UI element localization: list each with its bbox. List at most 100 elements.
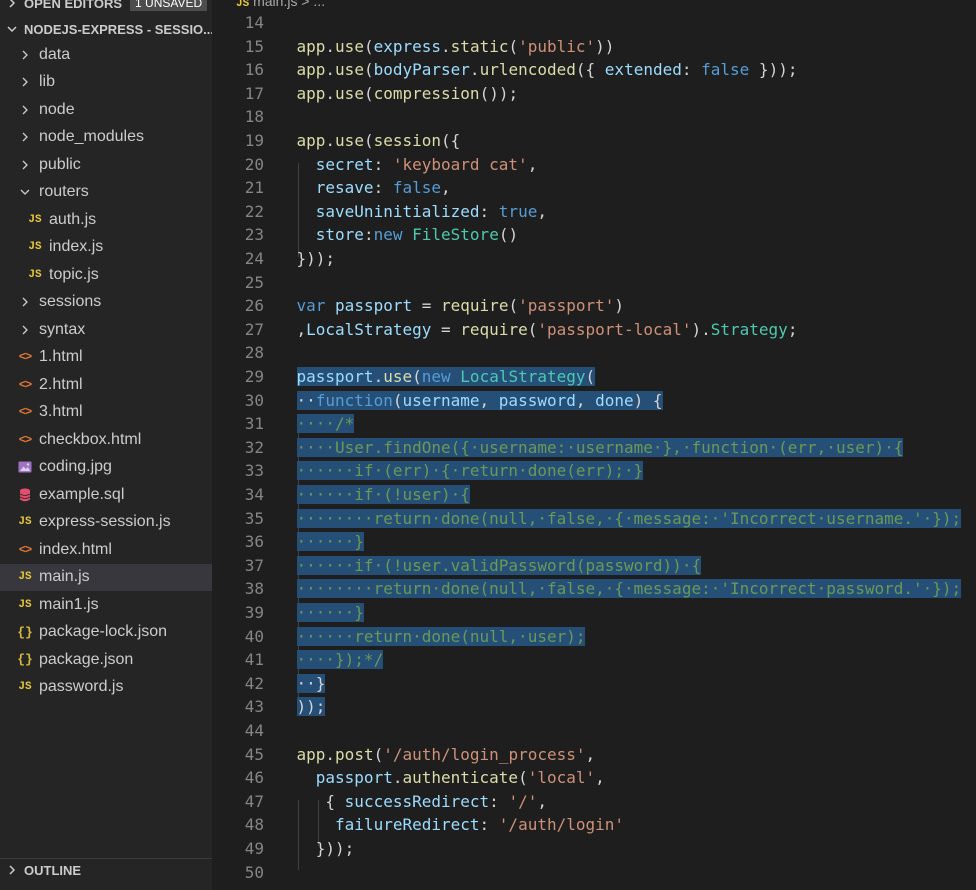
tree-item-index-html[interactable]: <> index.html [0, 536, 212, 564]
code-line: 37 ······if·(!user.validPassword(password… [212, 554, 976, 578]
code-token: FileStore [412, 225, 499, 245]
chevron-right-icon [18, 294, 32, 310]
code-token: = [412, 296, 442, 316]
line-number: 32 [244, 437, 264, 457]
line-number: 23 [244, 225, 264, 245]
code-text: ······if·(!user)·{ [296, 483, 470, 507]
tree-item-label: auth.js [49, 210, 97, 228]
js-file-icon: JS [28, 241, 42, 254]
chevron-right-icon [18, 47, 32, 63]
js-file-icon: JS [18, 571, 32, 584]
tree-item-label: package.json [39, 650, 134, 668]
code-line: 29 passport.use(new LocalStrategy( [212, 365, 976, 389]
tree-item-topic-js[interactable]: JS topic.js [0, 261, 212, 289]
code-line: 49 })); [212, 837, 976, 861]
code-text: app.use(express.static('public')) [297, 35, 615, 59]
code-line: 41 ····});*/ [212, 648, 976, 672]
line-number: 31 [244, 414, 264, 434]
line-number: 42 [244, 673, 264, 693]
tree-item-main-js[interactable]: JS main.js [0, 563, 212, 591]
code-line: 46 passport.authenticate('local', [212, 766, 976, 790]
tree-item-syntax[interactable]: syntax [0, 316, 212, 344]
code-text: ····});*/ [296, 648, 384, 672]
tree-item-1-html[interactable]: <> 1.html [0, 344, 212, 372]
tree-item-express-session-js[interactable]: JS express-session.js [0, 509, 212, 537]
tree-item-2-html[interactable]: <> 2.html [0, 371, 212, 399]
code-token: ( [363, 36, 374, 56]
code-token: , [537, 201, 547, 221]
tree-item-checkbox-html[interactable]: <> checkbox.html [0, 426, 212, 454]
chevron-right-icon [18, 74, 32, 90]
code-text: })); [297, 247, 336, 271]
code-token: . [325, 83, 336, 103]
folder-header[interactable]: NODEJS-EXPRESS - SESSIO... [0, 18, 212, 40]
code-text: ······return·done(null,·user); [296, 625, 586, 649]
tree-item-3-html[interactable]: <> 3.html [0, 399, 212, 427]
tree-item-public[interactable]: public [0, 151, 212, 179]
line-number: 17 [244, 83, 264, 103]
tree-item-sessions[interactable]: sessions [0, 289, 212, 317]
tree-item-example-sql[interactable]: example.sql [0, 481, 212, 509]
js-file-icon: JS [236, 0, 250, 10]
code-token: , [479, 390, 499, 410]
line-number: 47 [244, 791, 264, 811]
code-token: ; [787, 319, 798, 339]
tree-item-routers[interactable]: routers [0, 179, 212, 207]
outline-header[interactable]: OUTLINE [0, 858, 212, 881]
code-token: use [383, 367, 413, 386]
tree-item-label: routers [39, 183, 89, 201]
tree-item-main1-js[interactable]: JS main1.js [0, 591, 212, 619]
code-token: app [296, 60, 326, 80]
code-text: { successRedirect: '/', [297, 790, 547, 814]
code-token: ····/* [296, 414, 355, 434]
code-token: saveUninitialized [315, 201, 480, 221]
code-token: username [402, 390, 480, 410]
code-token: passport [315, 768, 393, 788]
tree-item-index-js[interactable]: JS index.js [0, 234, 212, 262]
tree-item-node[interactable]: node [0, 96, 212, 124]
open-editors-header[interactable]: OPEN EDITORS 1 UNSAVED [0, 0, 212, 14]
code-token: , [575, 390, 596, 410]
code-line: 26 var passport = require('passport') [212, 294, 976, 318]
code-token: ) [614, 296, 625, 316]
code-token: ·· [296, 390, 316, 410]
code-token: : [373, 154, 393, 174]
tree-item-lib[interactable]: lib [0, 69, 212, 97]
code-token: authenticate [402, 768, 519, 788]
explorer-sidebar: OPEN EDITORS 1 UNSAVED NODEJS-EXPRESS - … [0, 0, 212, 890]
code-line: 50 [212, 861, 976, 885]
code-token: , [537, 791, 547, 811]
chevron-right-icon [9, 865, 16, 875]
code-line: 48 failureRedirect: '/auth/login' [212, 813, 976, 837]
line-number: 26 [244, 296, 264, 316]
code-token: use [335, 131, 364, 150]
code-token: ( [363, 83, 374, 103]
code-text: ····User.findOne({·username:·username·},… [296, 436, 904, 460]
code-editor[interactable]: 14 15 app.use(express.static('public')) 16 a… [212, 14, 976, 890]
code-token: : [479, 201, 499, 221]
tree-item-coding-jpg[interactable]: coding.jpg [0, 454, 212, 482]
tree-item-package-json[interactable]: {} package.json [0, 646, 212, 674]
tree-item-auth-js[interactable]: JS auth.js [0, 206, 212, 234]
code-text: failureRedirect: '/auth/login' [297, 813, 624, 837]
code-text: app.use(bodyParser.urlencoded({ extended… [297, 58, 798, 82]
line-number: 40 [244, 626, 264, 646]
tree-item-label: main.js [39, 568, 90, 586]
line-number: 15 [244, 36, 264, 56]
code-token: ). [691, 319, 711, 339]
tree-item-data[interactable]: data [0, 41, 212, 69]
code-line: 38 ········return·done(null,·false,·{·mes… [212, 577, 976, 601]
code-token: static [450, 36, 509, 56]
code-token: : [479, 815, 499, 835]
breadcrumb[interactable]: JS main.js > ... [236, 0, 325, 10]
tree-item-node-modules[interactable]: node_modules [0, 124, 212, 152]
tree-item-password-js[interactable]: JS password.js [0, 674, 212, 702]
tree-item-package-lock-json[interactable]: {} package-lock.json [0, 619, 212, 647]
code-token: })); [749, 60, 798, 80]
code-line: 31 ····/* [212, 412, 976, 436]
code-text: var passport = require('passport') [297, 294, 625, 318]
js-file-icon: JS [18, 516, 32, 529]
